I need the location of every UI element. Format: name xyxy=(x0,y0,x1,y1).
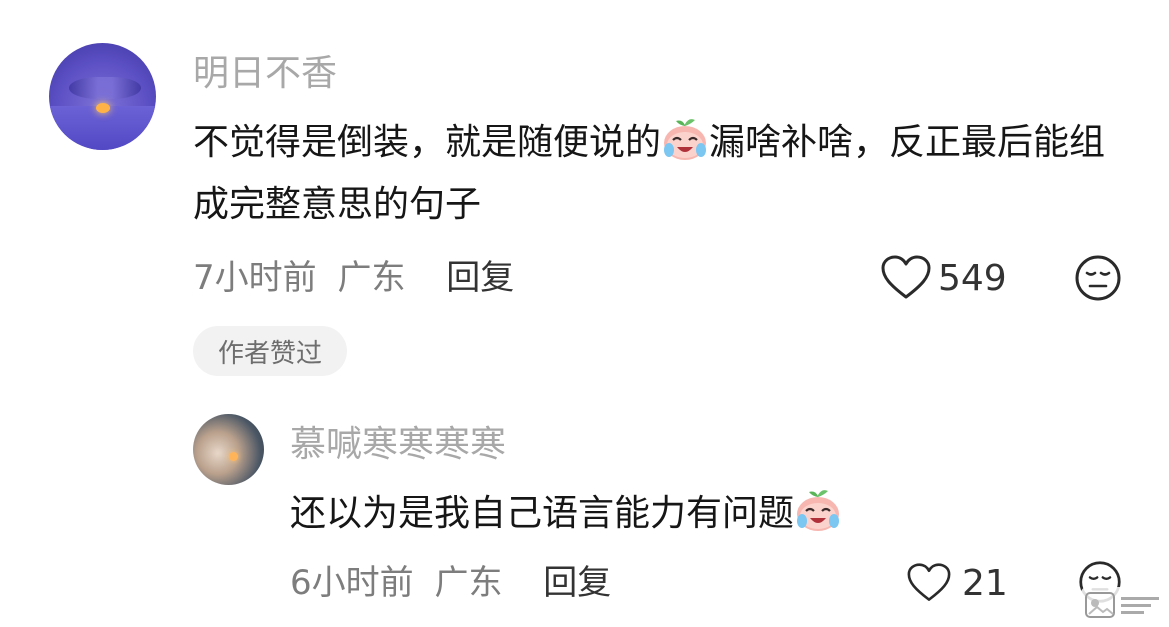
like-count: 21 xyxy=(962,563,1008,604)
username[interactable]: 明日不香 xyxy=(193,56,337,92)
watermark-lines xyxy=(1121,596,1159,614)
comment-meta: 6小时前 广东 回复 xyxy=(290,566,611,600)
avatar[interactable] xyxy=(193,414,264,485)
crying-laughing-emoji-icon xyxy=(664,119,707,160)
avatar-art xyxy=(96,103,110,113)
avatar[interactable] xyxy=(49,43,156,150)
author-liked-badge: 作者赞过 xyxy=(193,326,347,376)
crying-laughing-emoji-icon xyxy=(797,490,840,531)
heart-outline-icon xyxy=(881,255,931,299)
comment-text: 不觉得是倒装，就是随便说的 漏啥补啥，反正最后能组成完整意思的句子 xyxy=(193,112,1133,236)
reply-button[interactable]: 回复 xyxy=(446,258,514,298)
avatar-art xyxy=(229,452,238,461)
dislike-button[interactable] xyxy=(1074,254,1122,302)
location: 广东 xyxy=(434,563,503,603)
comment-text-part: 还以为是我自己语言能力有问题 xyxy=(290,493,795,534)
avatar-art xyxy=(69,77,141,99)
reply-button[interactable]: 回复 xyxy=(543,563,611,603)
like-button[interactable] xyxy=(906,562,952,604)
comment-text-part: 不觉得是倒装，就是随便说的 xyxy=(193,122,662,163)
comment-text: 还以为是我自己语言能力有问题 xyxy=(290,483,1169,545)
timestamp: 7小时前 xyxy=(193,258,317,298)
like-button[interactable] xyxy=(880,254,932,302)
like-count: 549 xyxy=(938,258,1007,299)
watermark-logo-icon xyxy=(1085,592,1115,618)
meh-face-icon xyxy=(1075,255,1121,301)
username[interactable]: 慕喊寒寒寒寒 xyxy=(290,427,506,463)
location: 广东 xyxy=(337,258,406,298)
timestamp: 6小时前 xyxy=(290,563,414,603)
heart-outline-icon xyxy=(907,563,951,601)
watermark xyxy=(1081,587,1163,623)
comment-meta: 7小时前 广东 回复 xyxy=(193,261,514,295)
